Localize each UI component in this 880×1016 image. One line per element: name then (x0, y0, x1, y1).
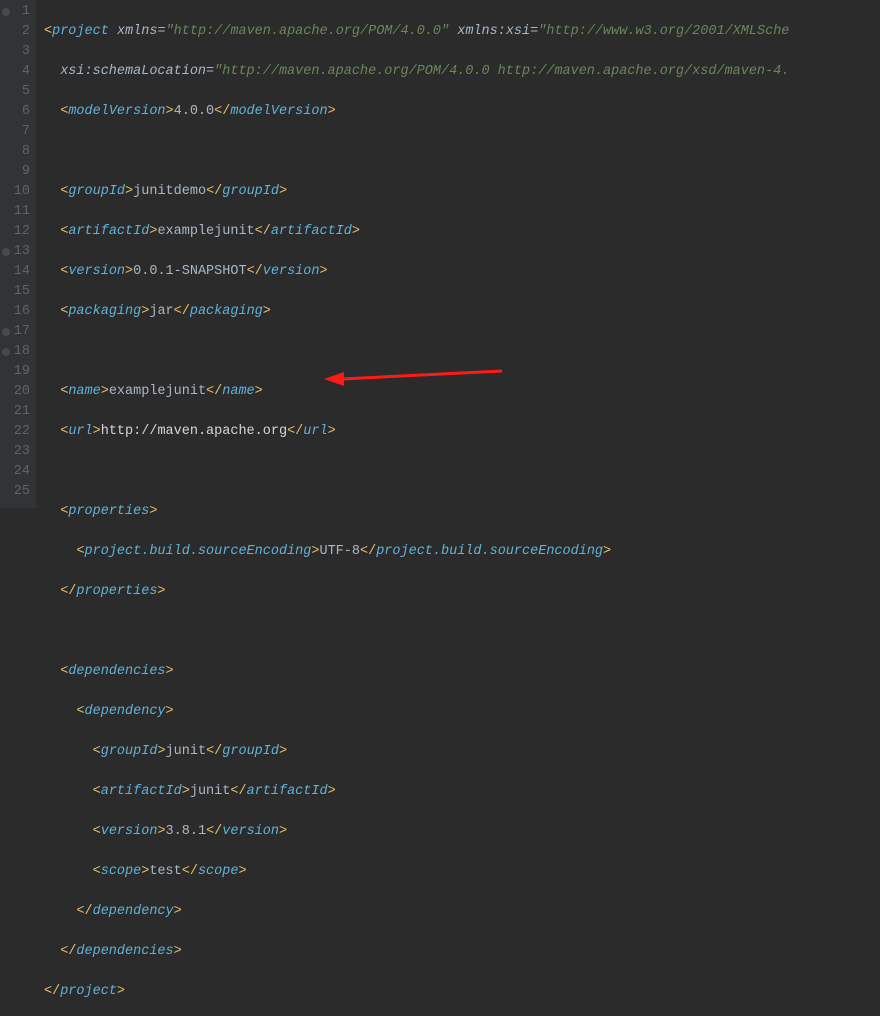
line-number[interactable]: 5 (4, 82, 30, 102)
code-line[interactable] (44, 342, 880, 362)
code-area[interactable]: <project xmlns="http://maven.apache.org/… (36, 0, 880, 508)
line-number[interactable]: 16 (4, 302, 30, 322)
line-number[interactable]: 24 (4, 462, 30, 482)
code-line[interactable]: <project xmlns="http://maven.apache.org/… (44, 22, 880, 42)
code-line[interactable]: </dependency> (44, 902, 880, 922)
code-line[interactable]: <dependencies> (44, 662, 880, 682)
code-line[interactable]: </dependencies> (44, 942, 880, 962)
code-line[interactable] (44, 142, 880, 162)
line-number[interactable]: 6 (4, 102, 30, 122)
code-line[interactable]: </properties> (44, 582, 880, 602)
code-line[interactable]: xsi:schemaLocation="http://maven.apache.… (44, 62, 880, 82)
code-line[interactable]: <project.build.sourceEncoding>UTF-8</pro… (44, 542, 880, 562)
line-number-gutter[interactable]: 1234567891011121314151617181920212223242… (0, 0, 36, 508)
code-line[interactable]: <modelVersion>4.0.0</modelVersion> (44, 102, 880, 122)
line-number[interactable]: 20 (4, 382, 30, 402)
code-line[interactable] (44, 622, 880, 642)
line-number[interactable]: 13 (4, 242, 30, 262)
code-line[interactable]: <artifactId>junit</artifactId> (44, 782, 880, 802)
code-line[interactable]: <url>http://maven.apache.org</url> (44, 422, 880, 442)
fold-marker-icon[interactable] (2, 328, 10, 336)
line-number[interactable]: 4 (4, 62, 30, 82)
line-number[interactable]: 8 (4, 142, 30, 162)
line-number[interactable]: 10 (4, 182, 30, 202)
fold-marker-icon[interactable] (2, 8, 10, 16)
code-line[interactable]: <scope>test</scope> (44, 862, 880, 882)
code-line[interactable]: <name>examplejunit</name> (44, 382, 880, 402)
code-line[interactable]: <artifactId>examplejunit</artifactId> (44, 222, 880, 242)
line-number[interactable]: 12 (4, 222, 30, 242)
code-line[interactable]: </project> (44, 982, 880, 1002)
code-line[interactable]: <groupId>junit</groupId> (44, 742, 880, 762)
code-editor: 1234567891011121314151617181920212223242… (0, 0, 880, 508)
line-number[interactable]: 18 (4, 342, 30, 362)
fold-marker-icon[interactable] (2, 348, 10, 356)
code-line[interactable]: <version>3.8.1</version> (44, 822, 880, 842)
code-line[interactable] (44, 462, 880, 482)
line-number[interactable]: 1 (4, 2, 30, 22)
line-number[interactable]: 15 (4, 282, 30, 302)
line-number[interactable]: 7 (4, 122, 30, 142)
code-line[interactable]: <packaging>jar</packaging> (44, 302, 880, 322)
line-number[interactable]: 14 (4, 262, 30, 282)
code-line[interactable]: <version>0.0.1-SNAPSHOT</version> (44, 262, 880, 282)
line-number[interactable]: 21 (4, 402, 30, 422)
line-number[interactable]: 9 (4, 162, 30, 182)
line-number[interactable]: 23 (4, 442, 30, 462)
line-number[interactable]: 3 (4, 42, 30, 62)
line-number[interactable]: 25 (4, 482, 30, 502)
code-line[interactable]: <properties> (44, 502, 880, 522)
line-number[interactable]: 17 (4, 322, 30, 342)
code-line[interactable]: <groupId>junitdemo</groupId> (44, 182, 880, 202)
fold-marker-icon[interactable] (2, 248, 10, 256)
line-number[interactable]: 19 (4, 362, 30, 382)
code-line[interactable]: <dependency> (44, 702, 880, 722)
line-number[interactable]: 11 (4, 202, 30, 222)
line-number[interactable]: 22 (4, 422, 30, 442)
line-number[interactable]: 2 (4, 22, 30, 42)
